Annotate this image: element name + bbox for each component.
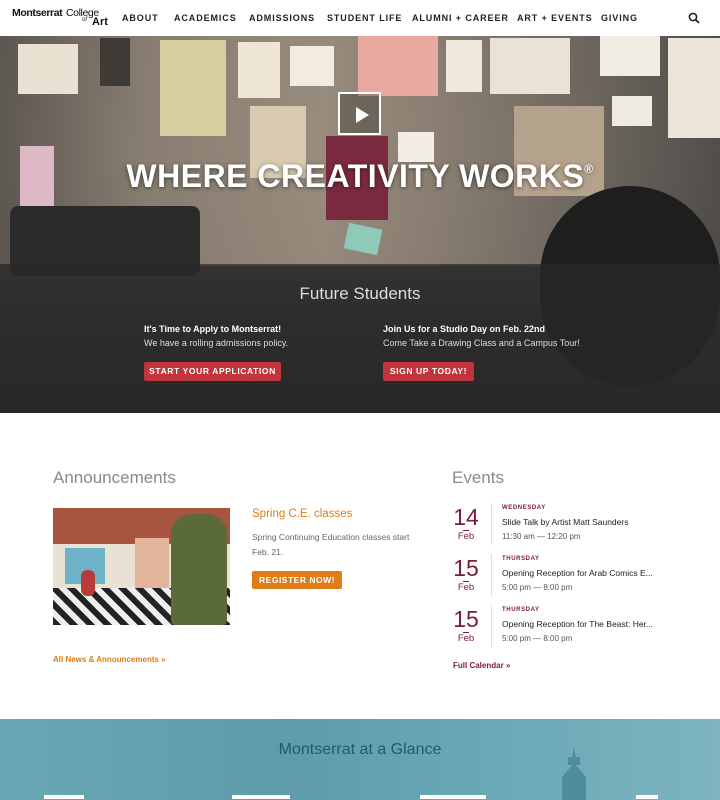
event-weekday: THURSDAY [502,607,540,613]
at-a-glance-section: Montserrat at a Glance [0,719,720,800]
event-month: Feb [457,582,475,593]
start-application-button[interactable]: START YOUR APPLICATION [144,362,281,381]
registered-mark: ® [584,162,594,176]
wall-poster [290,46,334,86]
nav-student-life[interactable]: STUDENT LIFE [327,0,402,36]
hero-tagline: WHERE CREATIVITY WORKS® [0,158,720,195]
event-time: 11:30 am — 12:20 pm [502,532,581,541]
stat-number-top [636,795,658,799]
stat-number-top [44,795,84,799]
full-calendar-link[interactable]: Full Calendar » [453,661,510,670]
nav-alumni-career[interactable]: ALUMNI + CAREER [412,0,509,36]
event-time: 5:00 pm — 8:00 pm [502,583,573,592]
photo-artist [171,514,227,625]
event-day: 15 [453,606,479,632]
play-icon [356,107,369,123]
wall-poster [358,36,438,96]
register-now-button[interactable]: REGISTER NOW! [252,571,342,589]
photo-canvas [135,538,169,588]
event-separator [491,503,492,545]
nav-academics[interactable]: ACADEMICS [174,0,237,36]
event-separator [491,605,492,647]
stat-number [636,795,658,800]
event-title[interactable]: Opening Reception for The Beast: Her... [502,619,667,629]
logo-text-art: Art [92,16,108,28]
wall-poster [100,38,130,86]
stat-number [232,795,290,800]
event-month: Feb [457,531,475,542]
event-weekday: WEDNESDAY [502,505,546,511]
announcements-heading: Announcements [53,468,176,487]
event-day: 15 [453,555,479,581]
stat-number [420,795,486,800]
wall-poster [238,42,280,98]
nav-about[interactable]: ABOUT [122,0,159,36]
event-title[interactable]: Slide Talk by Artist Matt Saunders [502,517,667,527]
wall-poster [18,44,78,94]
all-news-link[interactable]: All News & Announcements » [53,655,166,664]
photo-seated-figure [81,570,95,596]
promo-studio-day-heading: Join Us for a Studio Day on Feb. 22nd [383,324,546,334]
stat-number [44,795,84,800]
logo-text-of: of [82,17,88,23]
search-icon[interactable] [688,12,700,24]
logo-text-montserrat: Montserrat [12,7,63,19]
wall-poster [600,36,660,76]
event-day: 14 [453,504,479,530]
wall-poster [668,38,720,138]
wall-poster [446,40,482,92]
college-logo[interactable]: Montserrat College of Art [12,7,108,29]
wall-poster [160,40,226,136]
announcement-description: Spring Continuing Education classes star… [252,532,410,557]
nav-art-events[interactable]: ART + EVENTS [517,0,593,36]
play-video-button[interactable] [338,92,381,135]
event-time: 5:00 pm — 8:00 pm [502,634,573,643]
tagline-text: WHERE CREATIVITY WORKS [126,158,585,194]
stat-number-top [420,795,486,799]
nav-admissions[interactable]: ADMISSIONS [249,0,315,36]
promo-apply-text: We have a rolling admissions policy. [144,338,289,348]
sign-up-button[interactable]: SIGN UP TODAY! [383,362,474,381]
event-title[interactable]: Opening Reception for Arab Comics E... [502,568,667,578]
future-students-title: Future Students [299,284,421,303]
site-header: Montserrat College of Art ABOUT ACADEMIC… [0,0,720,36]
announcement-title[interactable]: Spring C.E. classes [252,508,352,520]
promo-apply-heading: It's Time to Apply to Montserrat! [144,324,282,334]
event-separator [491,554,492,596]
hero-banner: WHERE CREATIVITY WORKS® Future Students … [0,36,720,413]
promo-studio-day-text: Come Take a Drawing Class and a Campus T… [383,338,580,348]
wall-poster [612,96,652,126]
event-month: Feb [457,633,475,644]
events-heading: Events [452,468,504,487]
nav-giving[interactable]: GIVING [601,0,638,36]
announcement-photo[interactable] [53,508,230,625]
glance-heading: Montserrat at a Glance [278,741,442,758]
wall-poster [490,38,570,94]
stat-number-top [232,795,290,799]
event-weekday: THURSDAY [502,556,540,562]
